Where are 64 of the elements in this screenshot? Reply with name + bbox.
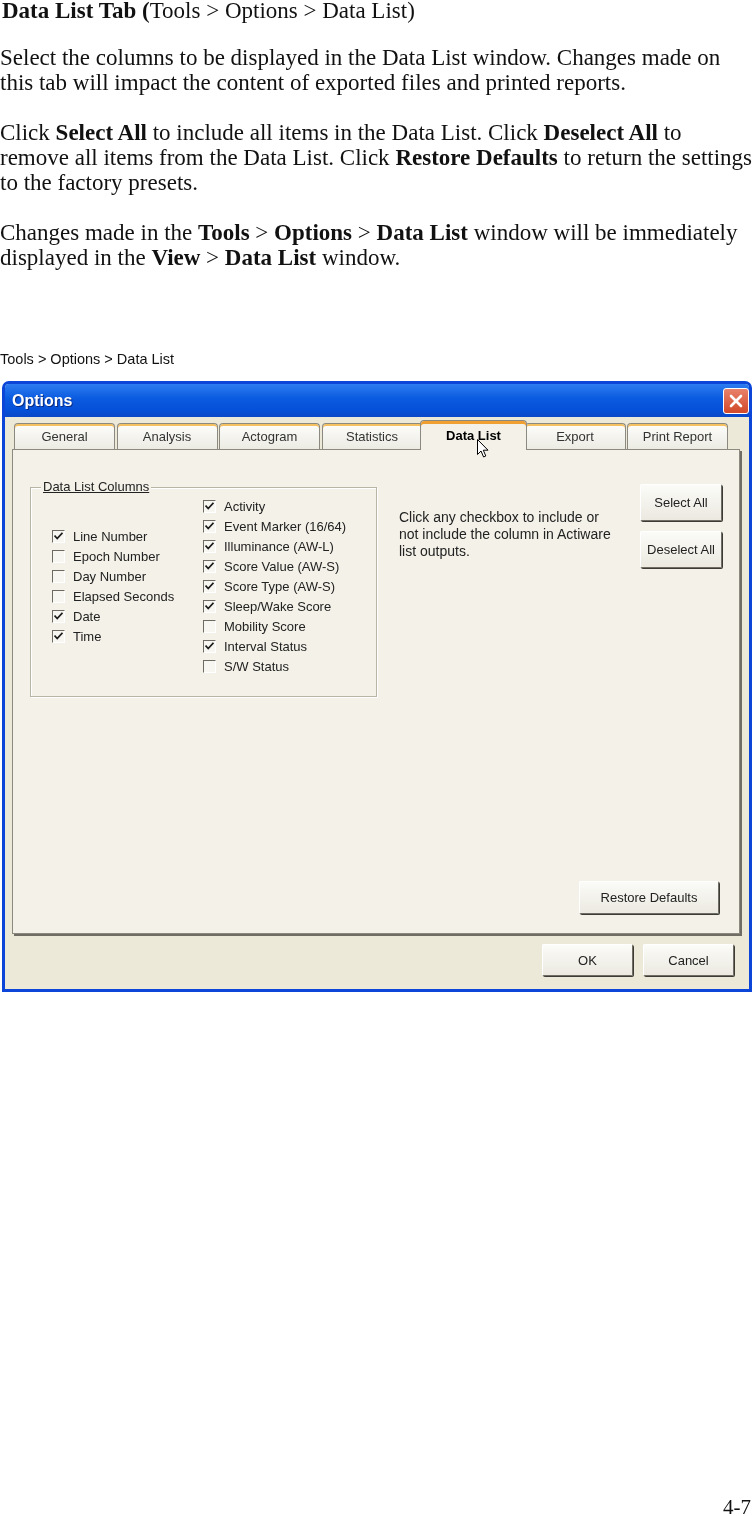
checkbox-label: Event Marker (16/64) (224, 518, 347, 534)
checkmark-icon (54, 612, 63, 620)
checkbox[interactable] (203, 539, 216, 553)
checkbox-label: Score Type (AW-S) (224, 578, 335, 594)
dialog-button[interactable]: OK (542, 944, 633, 976)
tab[interactable]: Data List (420, 420, 527, 450)
checkbox[interactable] (203, 619, 216, 633)
checkbox-label: Activity (224, 498, 266, 514)
close-button[interactable] (723, 387, 749, 414)
checkmark-icon (205, 582, 214, 590)
checkbox[interactable] (52, 569, 65, 583)
page-number: 4-7 (723, 1498, 752, 1516)
checkbox[interactable] (203, 639, 216, 653)
checkmark-icon (205, 502, 214, 510)
help-text: Click any checkbox to include or not include the column in Actiware list outputs. (399, 509, 611, 560)
checkbox-label: Line Number (73, 528, 148, 544)
checkbox-label: Epoch Number (73, 548, 160, 564)
checkbox-label: Sleep/Wake Score (224, 598, 332, 614)
tab[interactable]: Export (524, 423, 626, 449)
mouse-pointer-icon (477, 439, 489, 458)
checkbox-label: Time (73, 628, 102, 644)
body-paragraph: Click Select All to include all items in the Data List. Click Deselect All to remove all items from the Data List. Click Restore Defaults to return the settings to the factory presets. (0, 120, 752, 195)
body-paragraph: Changes made in the Tools > Options > Data List window will be immediately displayed in the View > Data List window. (0, 220, 739, 270)
checkmark-icon (54, 532, 63, 540)
checkmark-icon (205, 542, 214, 550)
checkmark-icon (205, 602, 214, 610)
section-heading: Data List Tab (Tools > Options > Data List) (1, 0, 416, 23)
tab[interactable]: Analysis (116, 423, 218, 449)
tab[interactable]: Actogram (219, 423, 320, 449)
checkbox[interactable] (52, 609, 65, 623)
checkbox-label: S/W Status (224, 658, 290, 674)
dialog-button[interactable]: Cancel (643, 944, 734, 976)
body-paragraph: Select the columns to be displayed in the Data List window. Changes made on this tab will impact the content of exported files and printed reports. (0, 45, 722, 95)
checkbox[interactable] (203, 519, 216, 533)
checkbox[interactable] (52, 549, 65, 563)
checkbox-label: Interval Status (224, 638, 308, 654)
checkbox[interactable] (203, 599, 216, 613)
checkmark-icon (54, 632, 63, 640)
checkmark-icon (205, 562, 214, 570)
group-title: Data List Columns (41, 479, 152, 495)
action-button[interactable]: Deselect All (640, 531, 722, 568)
checkbox[interactable] (52, 589, 65, 603)
tab[interactable]: Print Report (627, 423, 728, 449)
checkbox-label: Mobility Score (224, 618, 306, 634)
tab[interactable]: General (14, 423, 115, 449)
checkbox[interactable] (203, 659, 216, 673)
checkbox[interactable] (52, 629, 65, 643)
checkbox[interactable] (52, 529, 65, 543)
checkbox-label: Elapsed Seconds (73, 588, 175, 604)
checkbox-label: Illuminance (AW-L) (224, 538, 334, 554)
checkbox-label: Date (73, 608, 101, 624)
checkbox[interactable] (203, 579, 216, 593)
checkbox[interactable] (203, 559, 216, 573)
checkmark-icon (205, 642, 214, 650)
checkbox[interactable] (203, 499, 216, 513)
checkmark-icon (205, 522, 214, 530)
window-title: Options (12, 391, 73, 410)
figure-caption: Tools > Options > Data List (0, 351, 175, 368)
close-icon (729, 393, 743, 408)
restore-defaults-button[interactable]: Restore Defaults (579, 881, 719, 914)
checkbox-label: Score Value (AW-S) (224, 558, 340, 574)
tab[interactable]: Statistics (321, 423, 423, 449)
checkbox-label: Day Number (73, 568, 146, 584)
action-button[interactable]: Select All (640, 484, 722, 521)
